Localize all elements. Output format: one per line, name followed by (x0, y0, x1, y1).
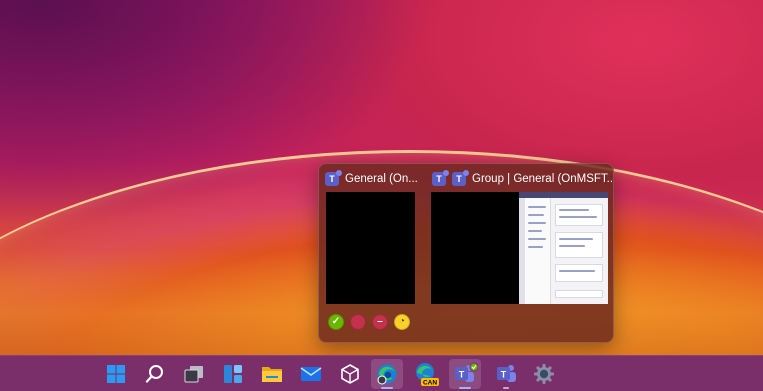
thumbnail-text-line (528, 214, 544, 216)
gear-icon (534, 364, 554, 384)
app-3d-button[interactable] (334, 359, 366, 389)
teams-icon: T (497, 365, 516, 382)
search-icon (145, 365, 163, 383)
thumbnail-message-card (555, 264, 603, 282)
taskbar: CAN T T (0, 355, 763, 391)
widgets-button[interactable] (217, 359, 249, 389)
settings-button[interactable] (528, 359, 560, 389)
mail-button[interactable] (295, 359, 327, 389)
start-button[interactable] (100, 359, 132, 389)
file-explorer-button[interactable] (256, 359, 288, 389)
window-3-thumbnail[interactable] (519, 192, 608, 304)
thumbnail-message-card (555, 204, 603, 226)
taskbar-thumbnail-preview: T General (On... T T Group | General (On… (318, 163, 614, 343)
thumbnail-text-line (559, 238, 593, 240)
edge-beta-button[interactable] (371, 359, 403, 389)
teams-personal-button[interactable]: T (490, 359, 522, 389)
thumbnail-text-line (528, 230, 542, 232)
teams-icon: T (325, 170, 342, 186)
edge-canary-button[interactable]: CAN (410, 359, 442, 389)
thumbnail-compose-box (555, 290, 603, 298)
task-view-icon (184, 366, 203, 383)
windows-logo-icon (107, 365, 125, 383)
search-button[interactable] (139, 359, 171, 389)
running-indicator (503, 387, 509, 389)
svg-text:T: T (501, 370, 507, 380)
svg-text:T: T (459, 370, 465, 380)
edge-canary-icon: CAN (416, 363, 439, 386)
thumbnail-text-line (528, 206, 546, 208)
window-1-title-bar[interactable]: T General (On... (325, 170, 425, 188)
task-view-button[interactable] (178, 359, 210, 389)
minus-icon[interactable]: – (372, 314, 388, 330)
window-2-thumbnail[interactable] (431, 192, 520, 304)
folder-icon (262, 367, 282, 382)
thumbnail-text-line (559, 270, 595, 272)
teams-icon: T (452, 170, 469, 186)
window-1-thumbnail[interactable] (326, 192, 415, 304)
canary-badge: CAN (423, 379, 437, 386)
teams-icon: T (432, 170, 449, 186)
busy-icon[interactable] (350, 314, 366, 330)
window-2-title-bar[interactable]: T T Group | General (OnMSFT... (432, 170, 612, 188)
window-1-title: General (On... (345, 173, 418, 185)
teams-icon: T (455, 362, 478, 382)
thumbnail-text-line (559, 245, 585, 247)
teams-work-button[interactable]: T (449, 359, 481, 389)
edge-beta-icon (377, 364, 397, 385)
running-indicator (459, 387, 471, 389)
thumbnail-text-line (559, 209, 589, 211)
presence-status-buttons: ✓ – ◔ (328, 314, 410, 330)
mail-icon (300, 367, 322, 381)
widgets-icon (224, 365, 242, 383)
running-indicator (381, 387, 393, 389)
thumbnail-text-line (559, 216, 597, 218)
thumbnail-text-line (528, 246, 543, 248)
thumbnail-text-line (528, 238, 546, 240)
check-icon[interactable]: ✓ (328, 314, 344, 330)
thumbnail-text-line (528, 222, 546, 224)
cube-icon (341, 364, 359, 384)
window-2-title: Group | General (OnMSFT... (472, 173, 612, 185)
clock-icon[interactable]: ◔ (394, 314, 410, 330)
